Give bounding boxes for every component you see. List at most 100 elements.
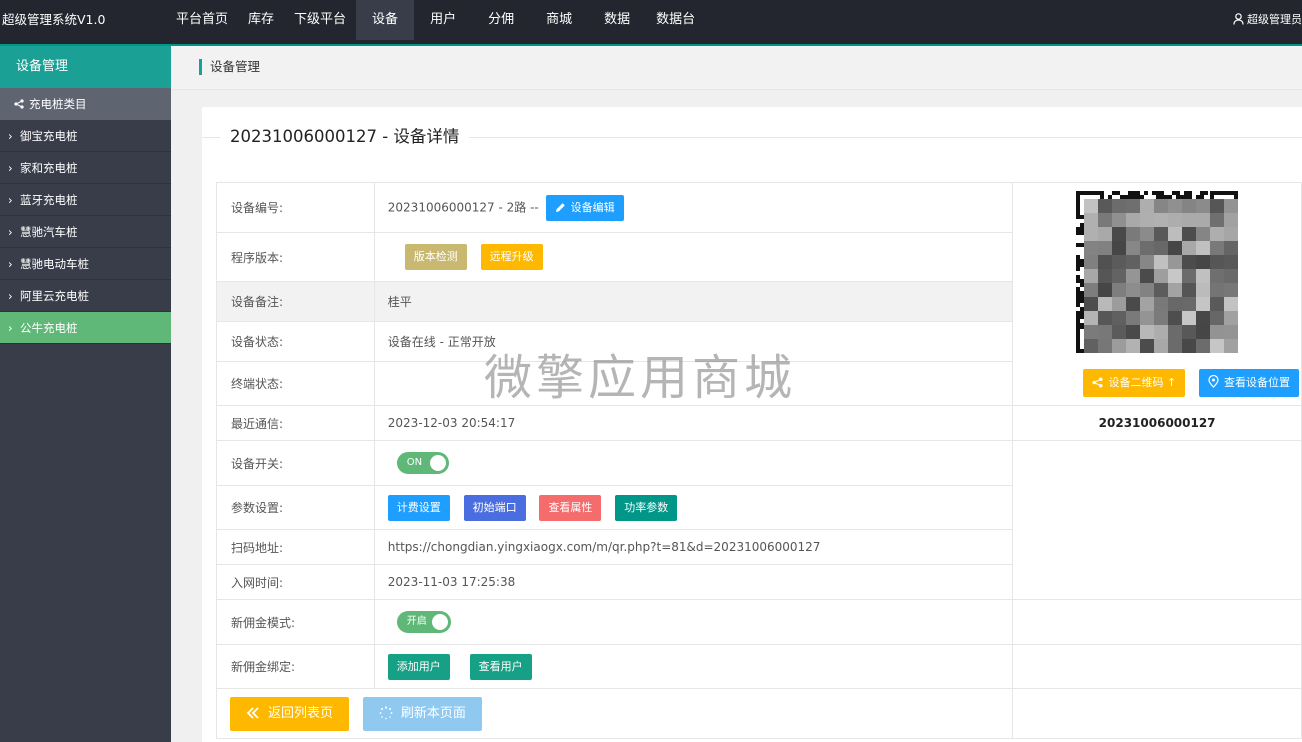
table-row: 新佣金绑定: 添加用户 查看用户 [216,644,1302,689]
chevron-right-icon: › [8,321,13,335]
share-icon [1092,377,1104,388]
view-location-label: 查看设备位置 [1224,376,1290,389]
topnav-inventory[interactable]: 库存 [238,0,284,40]
empty-cell [1012,688,1302,739]
scan-url: https://chongdian.yingxiaogx.com/m/qr.ph… [373,529,1014,565]
row-label: 设备备注: [216,281,375,322]
chevron-right-icon: › [8,225,13,239]
sidebar-item-huichi-ebike[interactable]: › 慧驰电动车桩 [0,248,171,280]
user-menu[interactable]: 超级管理员 [1233,0,1302,40]
row-label: 参数设置: [216,485,375,530]
chevron-right-icon: › [8,289,13,303]
topnav-home[interactable]: 平台首页 [166,0,238,40]
empty-cell [1012,440,1302,600]
sidebar-item-label: 蓝牙充电桩 [20,193,78,207]
device-remark: 桂平 [373,281,1014,322]
sidebar-item-huichi-car[interactable]: › 慧驰汽车桩 [0,216,171,248]
footer-actions: 返回列表页 刷新本页面 [215,688,1014,739]
toggle-label: ON [406,457,423,468]
topnav-sub-platform[interactable]: 下级平台 [284,0,356,40]
user-icon [1233,13,1244,25]
table-row: 新佣金模式: 开启 [216,599,1302,645]
breadcrumb-bar: 设备管理 [171,46,1302,90]
row-label: 终端状态: [216,361,375,406]
sidebar-item-label: 家和充电桩 [20,161,78,175]
view-properties-button[interactable]: 查看属性 [539,494,602,521]
row-value: 添加用户 查看用户 [373,644,1014,689]
device-code: 20231006000127 [1098,416,1216,430]
qr-cell: 设备二维码 ↑ 查看设备位置 [1012,182,1302,406]
sidebar-item-aliyun[interactable]: › 阿里云充电桩 [0,280,171,312]
loading-icon [379,705,393,719]
arrow-up-icon: ↑ [1163,376,1177,389]
billing-settings-button[interactable]: 计费设置 [387,494,450,521]
sidebar-item-gongniu[interactable]: › 公牛充电桩 [0,312,171,344]
row-label: 新佣金绑定: [216,644,375,689]
device-switch-toggle[interactable]: ON [396,452,449,474]
toggle-label: 开启 [406,616,427,627]
row-value: ON [373,440,1014,486]
back-to-list-button[interactable]: 返回列表页 [230,696,350,731]
init-port-button[interactable]: 初始端口 [463,494,526,521]
device-qr-label: 设备二维码 [1108,376,1164,389]
empty-cell [1012,599,1302,645]
chevron-right-icon: › [8,257,13,271]
device-detail-panel: 20231006000127 - 设备详情 设备编号: 202310060001… [202,107,1302,742]
terminal-status [373,361,1014,406]
power-params-button[interactable]: 功率参数 [615,494,678,521]
row-value: 版本检测 远程升级 [373,232,1014,282]
page-title: 20231006000127 - 设备详情 [220,125,470,149]
topnav-commission[interactable]: 分佣 [472,0,530,40]
topnav-mall[interactable]: 商城 [530,0,588,40]
sidebar: 设备管理 充电桩类目 › 御宝充电桩 › 家和充电桩 › 蓝牙充电桩 › 慧驰汽车桩 ›… [0,46,171,742]
top-nav: 平台首页 库存 下级平台 设备 用户 分佣 商城 数据 数据台 [166,0,705,40]
device-code-cell: 20231006000127 [1012,405,1302,441]
table-row: 最近通信: 2023-12-03 20:54:17 20231006000127 [216,405,1302,441]
add-user-button[interactable]: 添加用户 [387,653,450,680]
join-time: 2023-11-03 17:25:38 [373,564,1014,600]
chevron-right-icon: › [8,161,13,175]
topnav-dashboard[interactable]: 数据台 [646,0,705,40]
sidebar-item-yubao[interactable]: › 御宝充电桩 [0,120,171,152]
qr-code-image [1076,191,1239,353]
sidebar-item-jiahe[interactable]: › 家和充电桩 [0,152,171,184]
chevron-right-icon: › [8,193,13,207]
toggle-knob [431,614,448,630]
toggle-knob [429,455,446,471]
sidebar-item-label: 公牛充电桩 [20,321,78,335]
share-icon [14,99,24,109]
location-pin-icon [1208,374,1219,388]
row-label: 程序版本: [216,232,375,282]
edit-device-button[interactable]: 设备编辑 [545,194,624,221]
last-communication: 2023-12-03 20:54:17 [373,405,1014,441]
chevron-right-icon: › [8,129,13,143]
sidebar-category-label: 充电桩类目 [29,97,87,111]
sidebar-category[interactable]: 充电桩类目 [0,88,171,120]
view-users-button[interactable]: 查看用户 [469,653,532,680]
breadcrumb: 设备管理 [199,59,260,75]
sidebar-item-label: 慧驰电动车桩 [20,257,89,271]
row-label: 入网时间: [216,564,375,600]
pencil-icon [555,202,565,212]
row-label: 设备编号: [216,182,375,233]
topnav-data[interactable]: 数据 [588,0,646,40]
commission-mode-toggle[interactable]: 开启 [396,611,451,633]
topnav-devices[interactable]: 设备 [356,0,415,40]
app-title: 超级管理系统V1.0 [2,12,106,27]
device-status: 设备在线 - 正常开放 [373,321,1014,362]
remote-upgrade-button[interactable]: 远程升级 [480,244,543,270]
double-chevron-left-icon [246,706,259,719]
row-value: 20231006000127 - 2路 -- 设备编辑 [373,182,1014,233]
table-row: 返回列表页 刷新本页面 [215,688,1302,739]
topnav-users[interactable]: 用户 [414,0,472,40]
table-row: 设备开关: ON [216,440,1302,600]
sidebar-item-bluetooth[interactable]: › 蓝牙充电桩 [0,184,171,216]
row-label: 最近通信: [216,405,375,441]
edit-device-label: 设备编辑 [570,200,615,214]
back-to-list-label: 返回列表页 [268,705,334,721]
refresh-page-button[interactable]: 刷新本页面 [362,696,482,731]
version-check-button[interactable]: 版本检测 [404,244,467,270]
device-qr-button[interactable]: 设备二维码 ↑ [1083,369,1186,397]
row-label: 设备开关: [216,440,375,486]
view-location-button[interactable]: 查看设备位置 [1199,369,1299,397]
